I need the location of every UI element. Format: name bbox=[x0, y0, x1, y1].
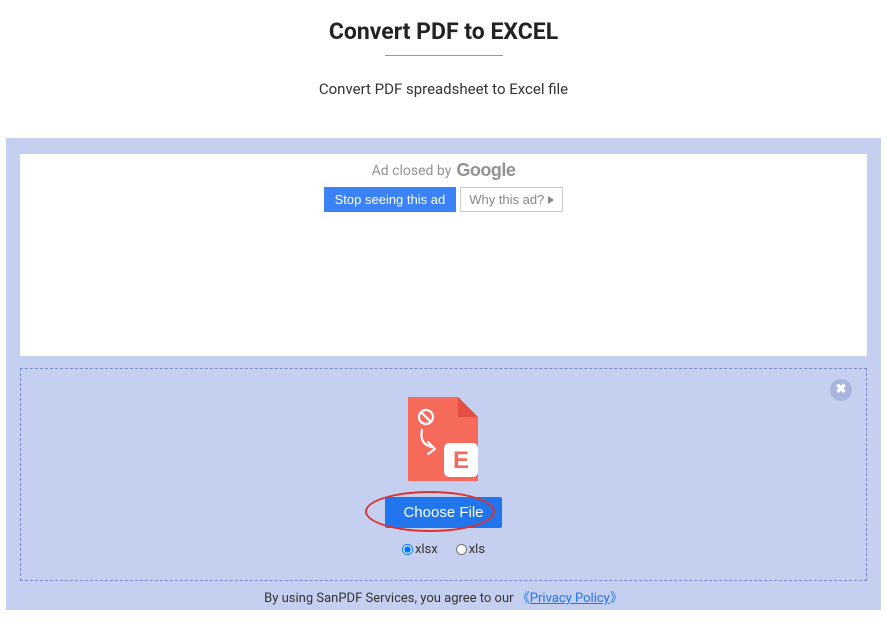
radio-xls-input[interactable] bbox=[456, 544, 467, 555]
page-title: Convert PDF to EXCEL bbox=[0, 18, 887, 45]
footer-text: By using SanPDF Services, you agree to o… bbox=[264, 591, 517, 606]
ad-closed-line: Ad closed by Google bbox=[20, 160, 867, 181]
ad-closed-text: Ad closed by bbox=[372, 163, 452, 179]
bracket-close: 》 bbox=[610, 591, 623, 606]
pdf-to-excel-icon: E bbox=[406, 395, 482, 489]
svg-text:E: E bbox=[452, 447, 468, 474]
radio-xlsx-label: xlsx bbox=[415, 542, 438, 557]
format-radio-group: xlsx xls bbox=[21, 542, 866, 557]
title-underline bbox=[385, 55, 503, 56]
play-icon bbox=[548, 196, 554, 204]
radio-xls[interactable]: xls bbox=[456, 542, 485, 557]
choose-file-button[interactable]: Choose File bbox=[385, 497, 501, 528]
radio-xlsx[interactable]: xlsx bbox=[402, 542, 438, 557]
privacy-policy-link[interactable]: Privacy Policy bbox=[530, 591, 610, 606]
google-logo: Google bbox=[456, 160, 515, 181]
close-icon[interactable]: ✖ bbox=[830, 379, 852, 401]
main-area: Ad closed by Google Stop seeing this ad … bbox=[6, 138, 881, 610]
why-this-ad-label: Why this ad? bbox=[469, 192, 544, 207]
radio-xlsx-input[interactable] bbox=[402, 544, 413, 555]
why-this-ad-button[interactable]: Why this ad? bbox=[460, 187, 563, 212]
page-subtitle: Convert PDF spreadsheet to Excel file bbox=[0, 80, 887, 98]
stop-seeing-ad-button[interactable]: Stop seeing this ad bbox=[324, 187, 457, 212]
ad-box: Ad closed by Google Stop seeing this ad … bbox=[20, 154, 867, 356]
bracket-open: 《 bbox=[517, 591, 530, 606]
file-drop-zone[interactable]: ✖ E Choose File xlsx bbox=[20, 368, 867, 581]
radio-xls-label: xls bbox=[469, 542, 485, 557]
footer: By using SanPDF Services, you agree to o… bbox=[6, 587, 881, 606]
